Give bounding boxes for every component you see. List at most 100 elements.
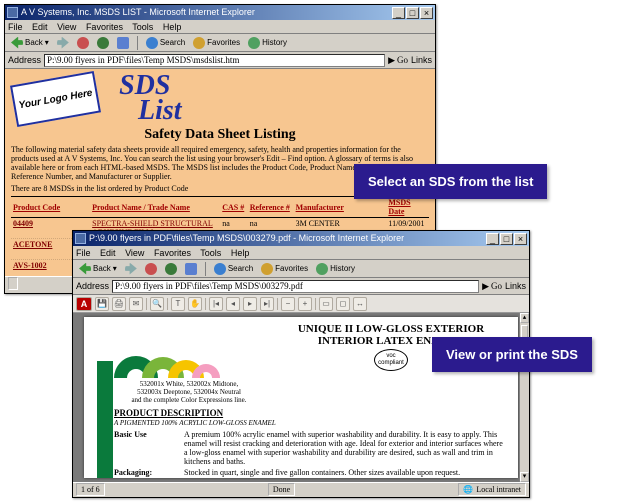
history-button[interactable]: History bbox=[245, 36, 290, 50]
titlebar[interactable]: A V Systems, Inc. MSDS LIST - Microsoft … bbox=[5, 5, 435, 20]
address-input[interactable] bbox=[112, 280, 479, 293]
toolbar: Back ▾ Search Favorites History bbox=[73, 260, 529, 278]
address-label: Address bbox=[76, 281, 109, 291]
prev-page-button[interactable]: ◂ bbox=[226, 297, 240, 311]
next-page-button[interactable]: ▸ bbox=[243, 297, 257, 311]
back-button[interactable]: Back ▾ bbox=[8, 36, 52, 50]
forward-button[interactable] bbox=[54, 36, 72, 50]
col-reference[interactable]: Reference # bbox=[248, 197, 294, 218]
spec-row: Packaging:Stocked in quart, single and f… bbox=[114, 468, 504, 477]
refresh-button[interactable] bbox=[162, 262, 180, 276]
window-buttons: _ □ × bbox=[486, 233, 527, 245]
product-code-link[interactable]: 04409 bbox=[13, 219, 33, 228]
menu-view[interactable]: View bbox=[57, 22, 76, 32]
ie-icon bbox=[7, 7, 18, 18]
close-button[interactable]: × bbox=[514, 233, 527, 245]
mail-button[interactable]: ✉ bbox=[129, 297, 143, 311]
history-button[interactable]: History bbox=[313, 262, 358, 276]
stop-button[interactable] bbox=[74, 36, 92, 50]
menu-file[interactable]: File bbox=[76, 248, 91, 258]
back-icon bbox=[79, 263, 91, 275]
status-left: Done bbox=[268, 483, 295, 496]
scroll-up-button[interactable]: ▴ bbox=[520, 313, 529, 323]
star-icon bbox=[193, 37, 205, 49]
menu-edit[interactable]: Edit bbox=[32, 22, 48, 32]
maximize-button[interactable]: □ bbox=[500, 233, 513, 245]
favorites-button[interactable]: Favorites bbox=[258, 262, 311, 276]
page-indicator: 1 of 6 bbox=[76, 483, 105, 496]
separator bbox=[137, 36, 138, 50]
col-manufacturer[interactable]: Manufacturer bbox=[294, 197, 387, 218]
fan-logo bbox=[114, 323, 224, 378]
last-page-button[interactable]: ▸| bbox=[260, 297, 274, 311]
product-codes: 532001x White, 532002x Midtone, 532003x … bbox=[114, 380, 264, 404]
first-page-button[interactable]: |◂ bbox=[209, 297, 223, 311]
star-icon bbox=[261, 263, 273, 275]
col-cas[interactable]: CAS # bbox=[220, 197, 248, 218]
page-heading: Safety Data Sheet Listing bbox=[11, 127, 429, 143]
scroll-down-button[interactable]: ▾ bbox=[520, 472, 529, 482]
favorites-button[interactable]: Favorites bbox=[190, 36, 243, 50]
separator bbox=[205, 262, 206, 276]
status-right: 🌐Local intranet bbox=[458, 483, 526, 496]
ie-icon bbox=[75, 233, 86, 244]
go-button[interactable]: ▶ Go bbox=[482, 281, 502, 292]
section-subheading: A PIGMENTED 100% ACRYLIC LOW-GLOSS ENAME… bbox=[114, 419, 504, 427]
fit-page-button[interactable]: ◻ bbox=[336, 297, 350, 311]
home-icon bbox=[117, 37, 129, 49]
links-label[interactable]: Links bbox=[411, 55, 432, 65]
menu-edit[interactable]: Edit bbox=[100, 248, 116, 258]
pdf-viewport: A 💾 🖨 ✉ 🔍 T ✋ |◂ ◂ ▸ ▸| − + ▭ ◻ ↔ bbox=[73, 295, 529, 482]
search-button[interactable]: Search bbox=[211, 262, 256, 276]
close-button[interactable]: × bbox=[420, 7, 433, 19]
col-msds-date[interactable]: MSDS Date bbox=[386, 197, 429, 218]
product-code-link[interactable]: ACETONE bbox=[13, 240, 52, 249]
maximize-button[interactable]: □ bbox=[406, 7, 419, 19]
save-button[interactable]: 💾 bbox=[95, 297, 109, 311]
spec-value: Stocked in quart, single and five gallon… bbox=[184, 468, 504, 477]
callout-view: View or print the SDS bbox=[432, 337, 592, 372]
minimize-button[interactable]: _ bbox=[392, 7, 405, 19]
zoom-out-button[interactable]: − bbox=[281, 297, 295, 311]
home-button[interactable] bbox=[114, 36, 132, 50]
go-button[interactable]: ▶ Go bbox=[388, 55, 408, 66]
actual-size-button[interactable]: ▭ bbox=[319, 297, 333, 311]
menu-tools[interactable]: Tools bbox=[132, 22, 153, 32]
menu-file[interactable]: File bbox=[8, 22, 23, 32]
address-bar: Address ▶ Go Links bbox=[5, 52, 435, 69]
col-product-code[interactable]: Product Code bbox=[11, 197, 90, 218]
refresh-button[interactable] bbox=[94, 36, 112, 50]
search-icon bbox=[214, 263, 226, 275]
callout-select: Select an SDS from the list bbox=[354, 164, 547, 199]
text-select-button[interactable]: T bbox=[171, 297, 185, 311]
back-button[interactable]: Back ▾ bbox=[76, 262, 120, 276]
home-button[interactable] bbox=[182, 262, 200, 276]
menu-favorites[interactable]: Favorites bbox=[86, 22, 123, 32]
menu-view[interactable]: View bbox=[125, 248, 144, 258]
address-input[interactable] bbox=[44, 54, 385, 67]
zoom-in-button[interactable]: + bbox=[298, 297, 312, 311]
links-label[interactable]: Links bbox=[505, 281, 526, 291]
menu-favorites[interactable]: Favorites bbox=[154, 248, 191, 258]
print-button[interactable]: 🖨 bbox=[112, 297, 126, 311]
spec-label: Packaging: bbox=[114, 468, 184, 477]
minimize-button[interactable]: _ bbox=[486, 233, 499, 245]
hand-button[interactable]: ✋ bbox=[188, 297, 202, 311]
spec-label: Basic Use bbox=[114, 430, 184, 466]
menu-tools[interactable]: Tools bbox=[200, 248, 221, 258]
product-code-link[interactable]: AVS-1002 bbox=[13, 261, 47, 270]
forward-button[interactable] bbox=[122, 262, 140, 276]
search-button[interactable]: Search bbox=[143, 36, 188, 50]
refresh-icon bbox=[165, 263, 177, 275]
fit-width-button[interactable]: ↔ bbox=[353, 297, 367, 311]
find-button[interactable]: 🔍 bbox=[150, 297, 164, 311]
menu-help[interactable]: Help bbox=[163, 22, 182, 32]
stop-icon bbox=[77, 37, 89, 49]
stop-button[interactable] bbox=[142, 262, 160, 276]
titlebar[interactable]: P:\9.00 flyers in PDF\files\Temp MSDS\00… bbox=[73, 231, 529, 246]
table-header-row: Product Code Product Name / Trade Name C… bbox=[11, 197, 429, 218]
section-heading: PRODUCT DESCRIPTION bbox=[114, 408, 504, 418]
logo-placeholder: Your Logo Here bbox=[10, 71, 101, 127]
menu-help[interactable]: Help bbox=[231, 248, 250, 258]
col-product-name[interactable]: Product Name / Trade Name bbox=[90, 197, 220, 218]
